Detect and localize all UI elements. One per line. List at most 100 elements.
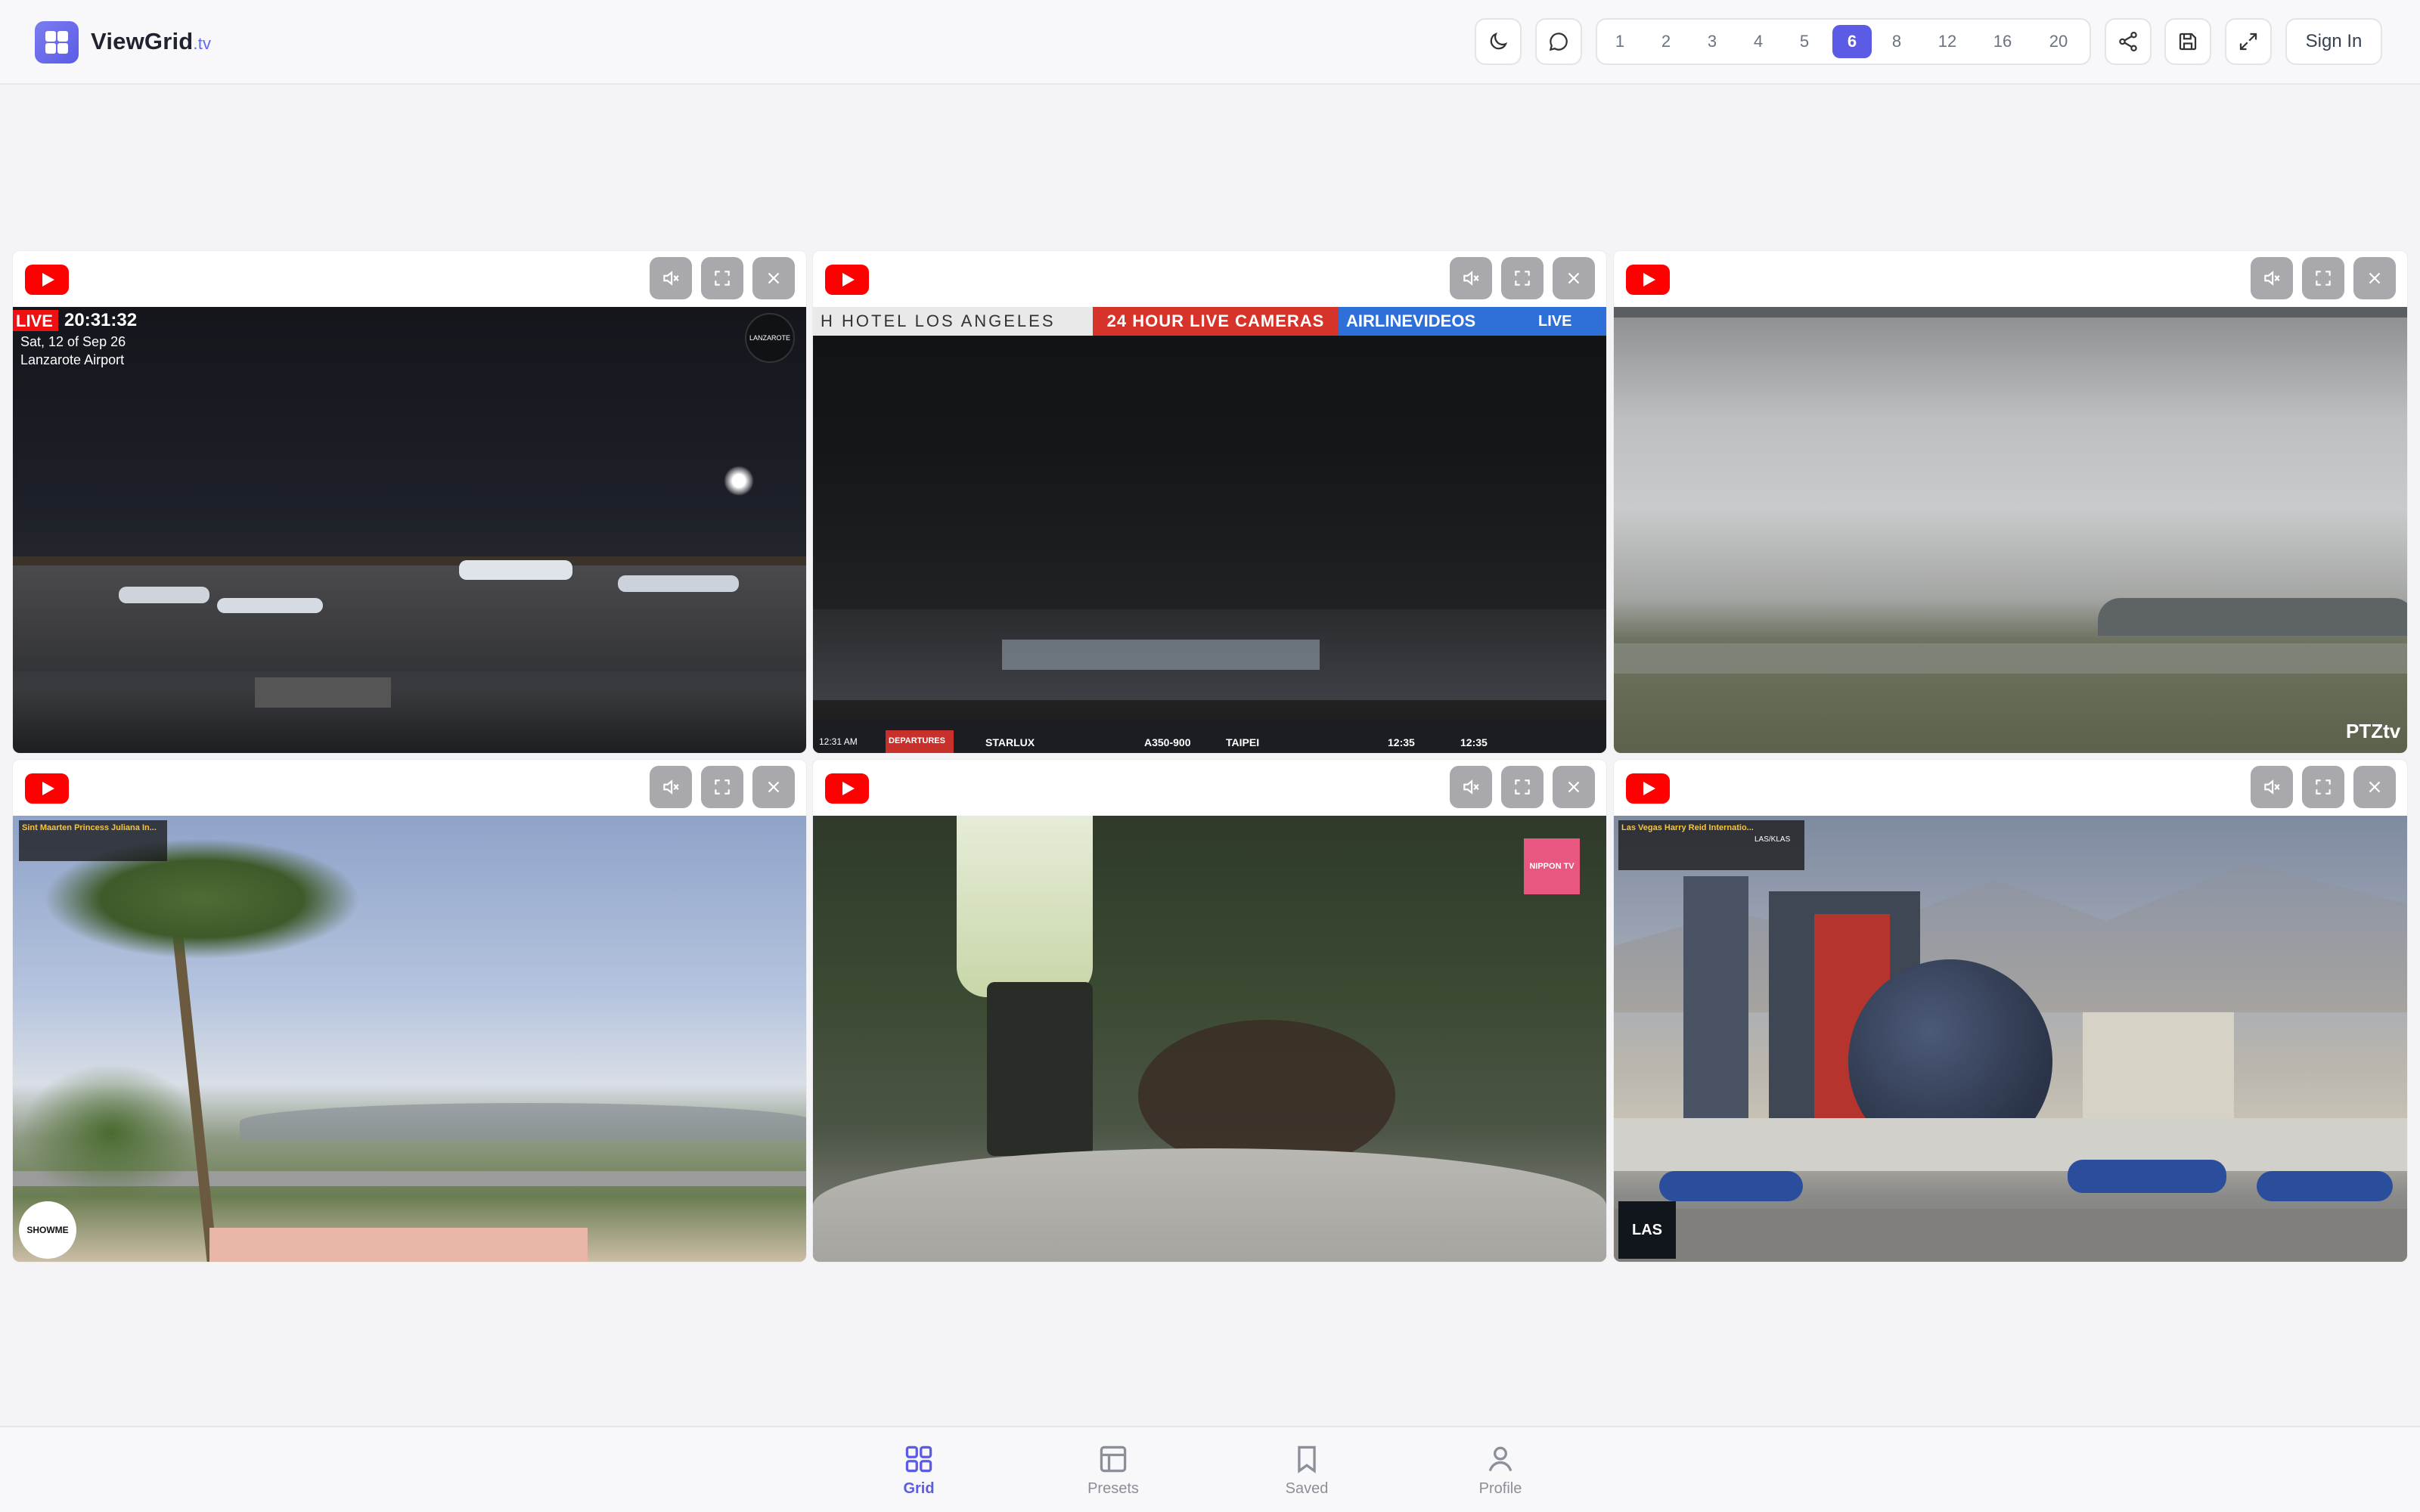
overlay-clock: 12:31 AM	[819, 736, 858, 747]
sign-in-button[interactable]: Sign In	[2285, 18, 2382, 65]
tile-toolbar	[813, 251, 1606, 305]
video-player[interactable]: NIPPON TV	[813, 816, 1606, 1262]
tile-fullscreen-button[interactable]	[1501, 257, 1544, 299]
tile-fullscreen-button[interactable]	[2302, 257, 2344, 299]
close-tile-button[interactable]	[752, 257, 795, 299]
muted-speaker-icon	[663, 271, 679, 286]
close-icon	[1568, 272, 1580, 284]
youtube-icon[interactable]	[825, 773, 869, 804]
las-airport-logo: LAS	[1618, 1201, 1676, 1259]
mute-button[interactable]	[1450, 257, 1492, 299]
overlay-date: Sat, 12 of Sep 26	[20, 334, 126, 349]
close-tile-button[interactable]	[2353, 766, 2396, 808]
user-icon	[1488, 1446, 1512, 1472]
maximize-icon	[1515, 271, 1530, 286]
maximize-icon	[2316, 271, 2331, 286]
expand-icon	[2239, 33, 2257, 51]
nav-profile[interactable]: Profile	[1447, 1442, 1553, 1503]
video-tile-6: Las Vegas Harry Reid Internatio... LAS/K…	[1613, 759, 2408, 1263]
tile-fullscreen-button[interactable]	[701, 257, 743, 299]
grid-size-4[interactable]: 4	[1740, 25, 1776, 58]
nav-saved[interactable]: Saved	[1254, 1442, 1360, 1503]
close-tile-button[interactable]	[1553, 766, 1595, 808]
close-tile-button[interactable]	[2353, 257, 2396, 299]
video-player[interactable]: LIVE 20:31:32 Sat, 12 of Sep 26 Lanzarot…	[13, 307, 806, 753]
mute-button[interactable]	[2251, 766, 2293, 808]
grid-size-20[interactable]: 20	[2036, 25, 2081, 58]
close-tile-button[interactable]	[1553, 257, 1595, 299]
grid-size-16[interactable]: 16	[1980, 25, 2025, 58]
mute-button[interactable]	[650, 766, 692, 808]
theme-toggle-button[interactable]	[1475, 18, 1522, 65]
youtube-icon[interactable]	[1626, 773, 1670, 804]
close-tile-button[interactable]	[752, 766, 795, 808]
tile-toolbar	[1614, 251, 2407, 305]
overlay-estimated: 12:35	[1460, 736, 1488, 748]
close-icon	[768, 781, 780, 793]
video-player[interactable]: PTZtv	[1614, 307, 2407, 753]
grid-size-1[interactable]: 1	[1602, 25, 1638, 58]
video-tile-3: PTZtv	[1613, 250, 2408, 754]
youtube-icon[interactable]	[1626, 265, 1670, 295]
brand-name[interactable]: ViewGrid.tv	[91, 28, 211, 55]
close-icon	[1568, 781, 1580, 793]
logo-icon[interactable]	[35, 21, 79, 64]
youtube-icon[interactable]	[25, 265, 69, 295]
overlay-place: Lanzarote Airport	[20, 352, 125, 367]
share-button[interactable]	[2105, 18, 2152, 65]
muted-speaker-icon	[1463, 779, 1479, 795]
overlay-location: Las Vegas Harry Reid Internatio...	[1618, 820, 1804, 870]
chat-button[interactable]	[1535, 18, 1582, 65]
video-player[interactable]: H HOTEL LOS ANGELES 24 HOUR LIVE CAMERAS…	[813, 307, 1606, 753]
overlay-ptz-logo: PTZtv	[2346, 720, 2401, 742]
bookmark-icon	[1298, 1445, 1316, 1473]
overlay-airline-banner: AIRLINEVIDEOS	[1339, 307, 1535, 336]
nav-presets[interactable]: Presets	[1060, 1442, 1166, 1503]
overlay-hotel-banner: H HOTEL LOS ANGELES	[813, 307, 1093, 336]
youtube-icon[interactable]	[25, 773, 69, 804]
tile-fullscreen-button[interactable]	[2302, 766, 2344, 808]
mute-button[interactable]	[650, 257, 692, 299]
maximize-icon	[715, 271, 730, 286]
grid-size-12[interactable]: 12	[1925, 25, 1970, 58]
tile-fullscreen-button[interactable]	[1501, 766, 1544, 808]
grid-size-8[interactable]: 8	[1879, 25, 1915, 58]
youtube-icon[interactable]	[825, 265, 869, 295]
overlay-aircraft: A350-900	[1144, 736, 1191, 748]
nippon-tv-logo: NIPPON TV	[1524, 838, 1580, 894]
grid-size-5[interactable]: 5	[1786, 25, 1823, 58]
overlay-scheduled: 12:35	[1388, 736, 1415, 748]
mute-button[interactable]	[1450, 766, 1492, 808]
nav-grid[interactable]: Grid	[866, 1442, 972, 1503]
grid-size-2[interactable]: 2	[1648, 25, 1684, 58]
tile-toolbar	[13, 251, 806, 305]
grid-size-6[interactable]: 6	[1832, 25, 1872, 58]
save-button[interactable]	[2164, 18, 2211, 65]
live-badge: LIVE	[13, 310, 58, 331]
top-bar: ViewGrid.tv 1 2 3 4 5 6 8 12 16 20 Sign …	[0, 0, 2420, 85]
grid-size-3[interactable]: 3	[1694, 25, 1730, 58]
tile-toolbar	[1614, 760, 2407, 814]
fullscreen-button[interactable]	[2225, 18, 2272, 65]
maximize-icon	[715, 779, 730, 795]
nav-label: Saved	[1285, 1480, 1329, 1497]
muted-speaker-icon	[2264, 779, 2280, 795]
nav-label: Profile	[1478, 1480, 1522, 1497]
overlay-airport-code: LAS/KLAS	[1754, 835, 1791, 844]
webcam-logo: LANZAROTE	[745, 313, 795, 363]
showme-logo: SHOWME	[19, 1201, 76, 1259]
share-icon	[2119, 32, 2137, 51]
layout-icon	[1100, 1445, 1127, 1473]
message-icon	[1549, 33, 1568, 51]
video-tile-4: Sint Maarten Princess Juliana In... SHOW…	[12, 759, 807, 1263]
video-player[interactable]: Sint Maarten Princess Juliana In... SHOW…	[13, 816, 806, 1262]
mute-button[interactable]	[2251, 257, 2293, 299]
video-tile-1: LIVE 20:31:32 Sat, 12 of Sep 26 Lanzarot…	[12, 250, 807, 754]
tile-fullscreen-button[interactable]	[701, 766, 743, 808]
video-player[interactable]: Las Vegas Harry Reid Internatio... LAS/K…	[1614, 816, 2407, 1262]
overlay-cameras-banner: 24 HOUR LIVE CAMERAS	[1093, 307, 1339, 336]
maximize-icon	[1515, 779, 1530, 795]
close-icon	[768, 272, 780, 284]
overlay-live: LIVE	[1535, 307, 1606, 336]
nav-label: Presets	[1087, 1480, 1139, 1497]
